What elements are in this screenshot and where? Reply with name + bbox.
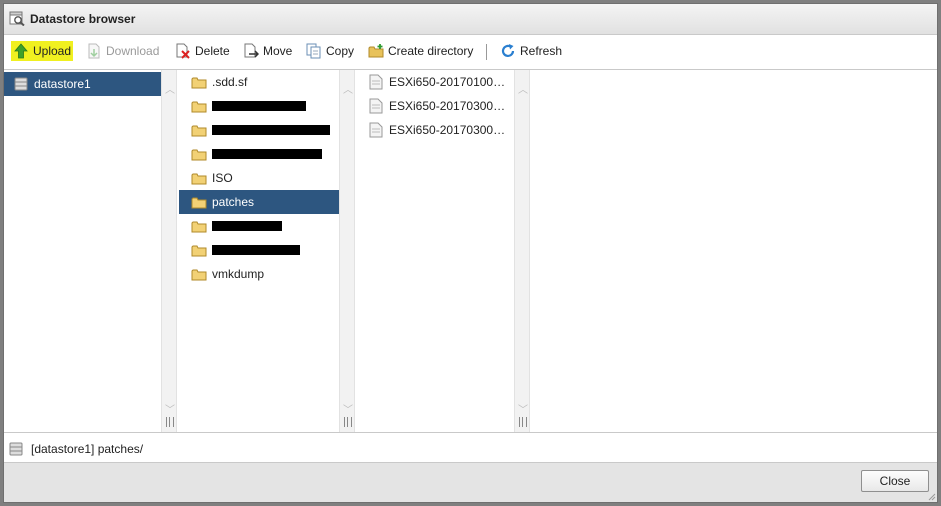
redacted-folder-label	[212, 101, 306, 111]
file-label: ESXi650-20170100…	[389, 75, 506, 89]
copy-label: Copy	[326, 44, 355, 58]
title-bar: Datastore browser	[4, 4, 937, 35]
upload-button[interactable]: Upload	[11, 41, 74, 61]
file-pane: ESXi650-20170100… ESXi650-20170300… ESXi…	[357, 70, 514, 432]
close-button[interactable]: Close	[861, 470, 929, 492]
folder-item[interactable]	[179, 142, 339, 166]
folder-icon	[191, 269, 207, 280]
folder-icon	[191, 125, 207, 136]
toolbar-separator	[486, 44, 487, 60]
folder-icon	[191, 149, 207, 160]
folder-item[interactable]: .sdd.sf	[179, 70, 339, 94]
datastore-item[interactable]: datastore1	[4, 72, 161, 96]
download-button[interactable]: Download	[84, 41, 161, 61]
refresh-label: Refresh	[520, 44, 563, 58]
scroll-up-icon[interactable]: ︿	[343, 86, 353, 96]
redacted-folder-label	[212, 221, 282, 231]
folder-label: patches	[212, 195, 255, 209]
folder-icon	[191, 221, 207, 232]
dialog-title: Datastore browser	[30, 12, 136, 26]
dialog-footer: Close	[4, 462, 937, 502]
file-item[interactable]: ESXi650-20170300…	[357, 118, 514, 142]
resize-grip-icon[interactable]	[928, 493, 936, 501]
scroll-up-icon[interactable]: ︿	[165, 86, 175, 96]
move-label: Move	[263, 44, 293, 58]
folder-item[interactable]: ISO	[179, 166, 339, 190]
scroll-grip-icon[interactable]	[519, 417, 527, 427]
toolbar: Upload Download Delete Move Copy Create …	[4, 35, 937, 70]
file-scrollbar[interactable]: ︿ ﹀	[514, 70, 530, 432]
folder-label: .sdd.sf	[212, 75, 248, 89]
upload-label: Upload	[33, 44, 72, 58]
scroll-grip-icon[interactable]	[344, 417, 352, 427]
scroll-down-icon[interactable]: ﹀	[518, 406, 528, 416]
browser-panes: datastore1 ︿ ﹀ .sdd.sf ISO patches vmkdu…	[4, 70, 937, 432]
datastore-icon	[14, 77, 28, 91]
create-directory-label: Create directory	[388, 44, 474, 58]
redacted-folder-label	[212, 125, 330, 135]
datastore-browser-dialog: Datastore browser Upload Download Delete	[3, 3, 938, 503]
scroll-up-icon[interactable]: ︿	[518, 86, 528, 96]
datastore-browser-icon	[9, 11, 25, 26]
delete-icon	[176, 43, 190, 59]
folder-icon	[191, 101, 207, 112]
create-directory-button[interactable]: Create directory	[366, 41, 475, 61]
datastore-icon	[9, 442, 23, 456]
file-icon	[369, 122, 383, 138]
delete-button[interactable]: Delete	[173, 41, 232, 61]
upload-arrow-icon	[14, 43, 28, 59]
file-icon	[369, 98, 383, 114]
scroll-grip-icon[interactable]	[166, 417, 174, 427]
redacted-folder-label	[212, 149, 322, 159]
folder-pane: .sdd.sf ISO patches vmkdump	[179, 70, 339, 432]
refresh-button[interactable]: Refresh	[498, 41, 564, 61]
datastore-pane: datastore1	[4, 70, 161, 432]
folder-icon	[191, 245, 207, 256]
file-icon	[369, 74, 383, 90]
file-item[interactable]: ESXi650-20170100…	[357, 70, 514, 94]
move-icon	[244, 43, 259, 58]
folder-label: vmkdump	[212, 267, 265, 281]
file-label: ESXi650-20170300…	[389, 123, 506, 137]
folder-item[interactable]	[179, 238, 339, 262]
download-label: Download	[106, 44, 160, 58]
folder-icon	[191, 77, 207, 88]
refresh-icon	[501, 44, 515, 57]
scroll-down-icon[interactable]: ﹀	[343, 406, 353, 416]
datastore-label: datastore1	[34, 77, 91, 91]
redacted-folder-label	[212, 245, 300, 255]
status-bar: [datastore1] patches/	[4, 432, 937, 463]
folder-scrollbar[interactable]: ︿ ﹀	[339, 70, 355, 432]
create-folder-icon	[368, 44, 384, 58]
file-item[interactable]: ESXi650-20170300…	[357, 94, 514, 118]
datastore-scrollbar[interactable]: ︿ ﹀	[161, 70, 177, 432]
scroll-down-icon[interactable]: ﹀	[165, 406, 175, 416]
copy-button[interactable]: Copy	[304, 41, 356, 61]
move-button[interactable]: Move	[241, 41, 294, 61]
current-path: [datastore1] patches/	[31, 442, 144, 456]
delete-label: Delete	[195, 44, 230, 58]
folder-item[interactable]: vmkdump	[179, 262, 339, 286]
folder-icon	[191, 197, 207, 208]
folder-icon	[191, 173, 207, 184]
folder-label: ISO	[212, 171, 233, 185]
folder-item[interactable]	[179, 118, 339, 142]
empty-pane	[531, 70, 937, 432]
folder-item[interactable]	[179, 94, 339, 118]
folder-item-selected[interactable]: patches	[179, 190, 339, 214]
folder-item[interactable]	[179, 214, 339, 238]
download-icon	[88, 43, 100, 59]
file-label: ESXi650-20170300…	[389, 99, 506, 113]
copy-icon	[306, 43, 321, 59]
